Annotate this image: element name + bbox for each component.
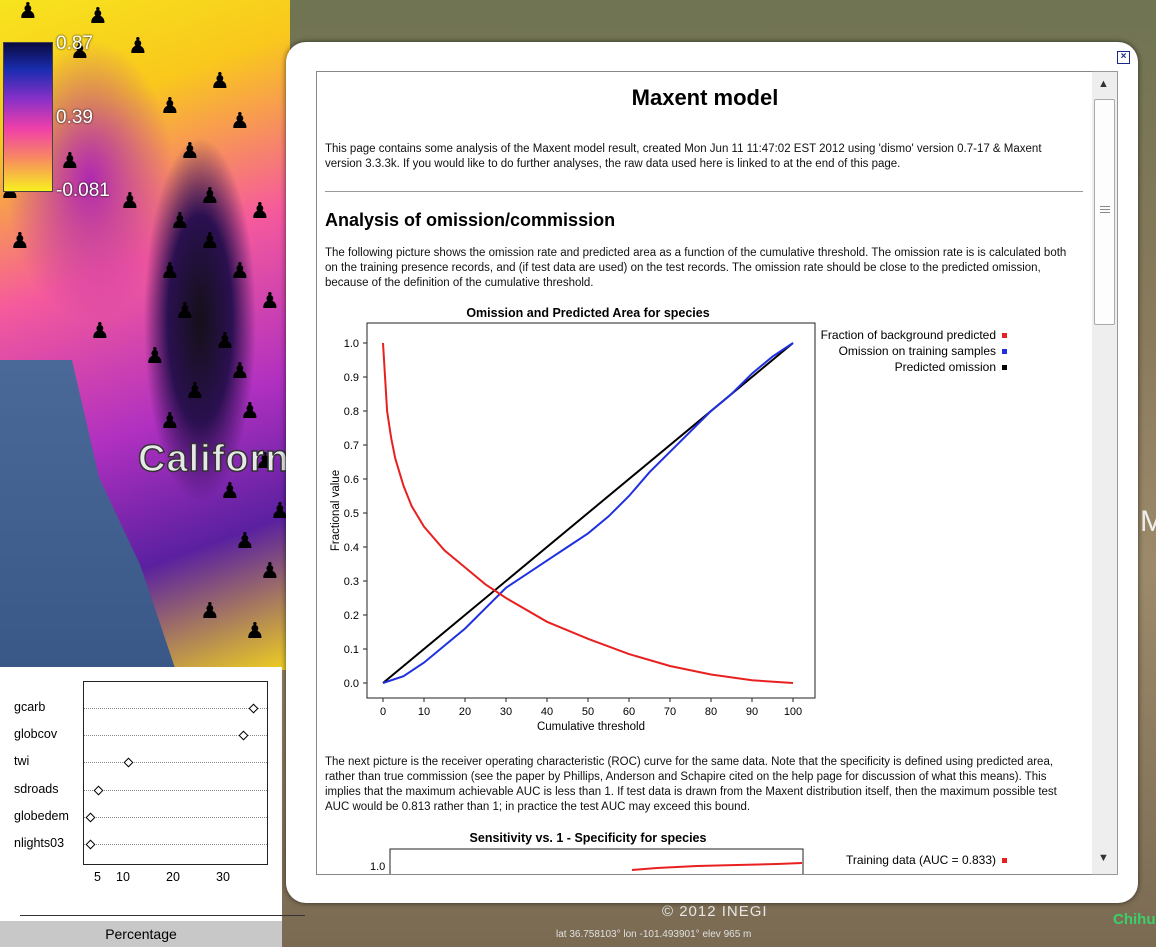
y-axis-label: Fractional value	[330, 470, 342, 551]
y-tick-label: 0.7	[344, 440, 359, 452]
varimp-label: twi	[14, 754, 30, 768]
x-tick-label: 90	[746, 706, 758, 718]
occurrence-marker-icon: ♟	[210, 68, 230, 93]
varimp-label: gcarb	[14, 700, 46, 714]
map-status-bar: lat 36.758103° lon -101.493901° elev 965…	[556, 929, 752, 940]
varimp-label: globedem	[14, 809, 69, 823]
occurrence-marker-icon: ♟	[180, 138, 200, 163]
occurrence-marker-icon: ♟	[145, 343, 165, 368]
occurrence-marker-icon: ♟	[128, 33, 148, 58]
map-place-label: Chihu	[1113, 911, 1156, 928]
y-tick-label: 0.6	[344, 474, 359, 486]
legend-entry-predicted: Predicted omission	[757, 360, 1007, 374]
y-tick-label: 0.1	[344, 644, 359, 656]
y-tick-label: 0.0	[344, 678, 359, 690]
occurrence-marker-icon: ♟	[230, 258, 250, 283]
varimp-xlabel: Percentage	[0, 921, 282, 947]
x-axis-label: Cumulative threshold	[537, 721, 645, 733]
occurrence-marker-icon: ♟	[245, 618, 265, 643]
varimp-axis	[20, 907, 305, 916]
x-tick-label: 20	[459, 706, 471, 718]
x-tick-label: 10	[418, 706, 430, 718]
y-tick-label: 0.3	[344, 576, 359, 588]
occurrence-marker-icon: ♟	[170, 208, 190, 233]
occurrence-marker-icon: ♟	[230, 108, 250, 133]
varimp-tick: 20	[166, 870, 180, 884]
dialog-content[interactable]: Maxent model This page contains some ana…	[316, 71, 1094, 875]
divider	[325, 191, 1083, 192]
varimp-gridline	[84, 790, 267, 791]
scrollbar[interactable]: ▲ ▼	[1092, 71, 1118, 875]
varimp-gridline	[84, 844, 267, 845]
occurrence-marker-icon: ♟	[160, 408, 180, 433]
occurrence-marker-icon: ♟	[240, 398, 260, 423]
varimp-tick: 10	[116, 870, 130, 884]
varimp-tick: 30	[216, 870, 230, 884]
occurrence-marker-icon: ♟	[230, 358, 250, 383]
occurrence-marker-icon: ♟	[160, 93, 180, 118]
varimp-gridline	[84, 762, 267, 763]
occurrence-marker-icon: ♟	[90, 318, 110, 343]
x-tick-label: 0	[380, 706, 386, 718]
x-tick-label: 30	[500, 706, 512, 718]
omission-chart: 0.0 0.1 0.2 0.3 0.4 0.5 0.6 0.7 0.8 0.9 1.0 0 10 20 30…	[330, 322, 816, 733]
scroll-down-icon[interactable]: ▼	[1098, 852, 1109, 864]
close-button[interactable]: ×	[1117, 51, 1130, 64]
occurrence-marker-icon: ♟	[175, 298, 195, 323]
y-tick-label: 0.2	[344, 610, 359, 622]
intro-text: This page contains some analysis of the …	[325, 143, 1042, 170]
varimp-tick: 5	[94, 870, 101, 884]
map-edge-label: M	[1140, 505, 1156, 538]
occurrence-marker-icon: ♟	[120, 188, 140, 213]
y-tick-label: 0.8	[344, 406, 359, 418]
occurrence-marker-icon: ♟	[160, 258, 180, 283]
occurrence-marker-icon: ♟	[88, 3, 108, 28]
varimp-label: sdroads	[14, 782, 59, 796]
occurrence-marker-icon: ♟	[250, 198, 270, 223]
occurrence-marker-icon: ♟	[260, 558, 280, 583]
x-tick-label: 60	[623, 706, 635, 718]
occurrence-marker-icon: ♟	[235, 528, 255, 553]
legend-mid: 0.39	[56, 107, 93, 128]
occurrence-marker-icon: ♟	[60, 148, 80, 173]
y-tick-label: 0.9	[344, 372, 359, 384]
occurrence-marker-icon: ♟	[185, 378, 205, 403]
x-tick-label: 100	[784, 706, 802, 718]
color-legend-bar	[3, 42, 53, 192]
scroll-up-icon[interactable]: ▲	[1098, 78, 1109, 90]
variable-importance-plot: gcarb globcov twi sdroads globedem nlights03 …	[0, 667, 305, 947]
legend-entry-background: Fraction of background predicted	[757, 328, 1007, 342]
occurrence-marker-icon: ♟	[260, 288, 280, 313]
legend-min: -0.081	[56, 180, 110, 201]
x-tick-label: 50	[582, 706, 594, 718]
y-tick-label: 1.0	[344, 338, 359, 350]
occurrence-marker-icon: ♟	[18, 0, 38, 23]
x-tick-label: 40	[541, 706, 553, 718]
roc-legend-training: Training data (AUC = 0.833)	[757, 853, 1007, 867]
occurrence-marker-icon: ♟	[215, 328, 235, 353]
x-tick-label: 70	[664, 706, 676, 718]
roc-text: The next picture is the receiver operati…	[325, 756, 1057, 813]
occurrence-marker-icon: ♟	[200, 598, 220, 623]
occurrence-marker-icon: ♟	[10, 228, 30, 253]
region-label: Californ	[137, 437, 290, 481]
varimp-gridline	[84, 817, 267, 818]
varimp-label: nlights03	[14, 836, 65, 850]
x-tick-label: 80	[705, 706, 717, 718]
legend-entry-training: Omission on training samples	[757, 344, 1007, 358]
section-heading: Analysis of omission/commission	[325, 210, 616, 230]
roc-title: Sensitivity vs. 1 - Specificity for spec…	[469, 831, 707, 845]
varimp-gridline	[84, 708, 267, 709]
occurrence-marker-icon: ♟	[220, 478, 240, 503]
map-copyright: © 2012 INEGI	[662, 903, 768, 920]
y-tick-label: 0.4	[344, 542, 359, 554]
legend-max: 0.87	[56, 33, 93, 54]
occurrence-marker-icon: ♟	[200, 228, 220, 253]
varimp-label: globcov	[14, 727, 58, 741]
scroll-thumb[interactable]	[1094, 99, 1115, 325]
section-text: The following picture shows the omission…	[325, 247, 1067, 289]
page-title: Maxent model	[631, 85, 779, 110]
occurrence-marker-icon: ♟	[200, 183, 220, 208]
y-tick-label: 0.5	[344, 508, 359, 520]
